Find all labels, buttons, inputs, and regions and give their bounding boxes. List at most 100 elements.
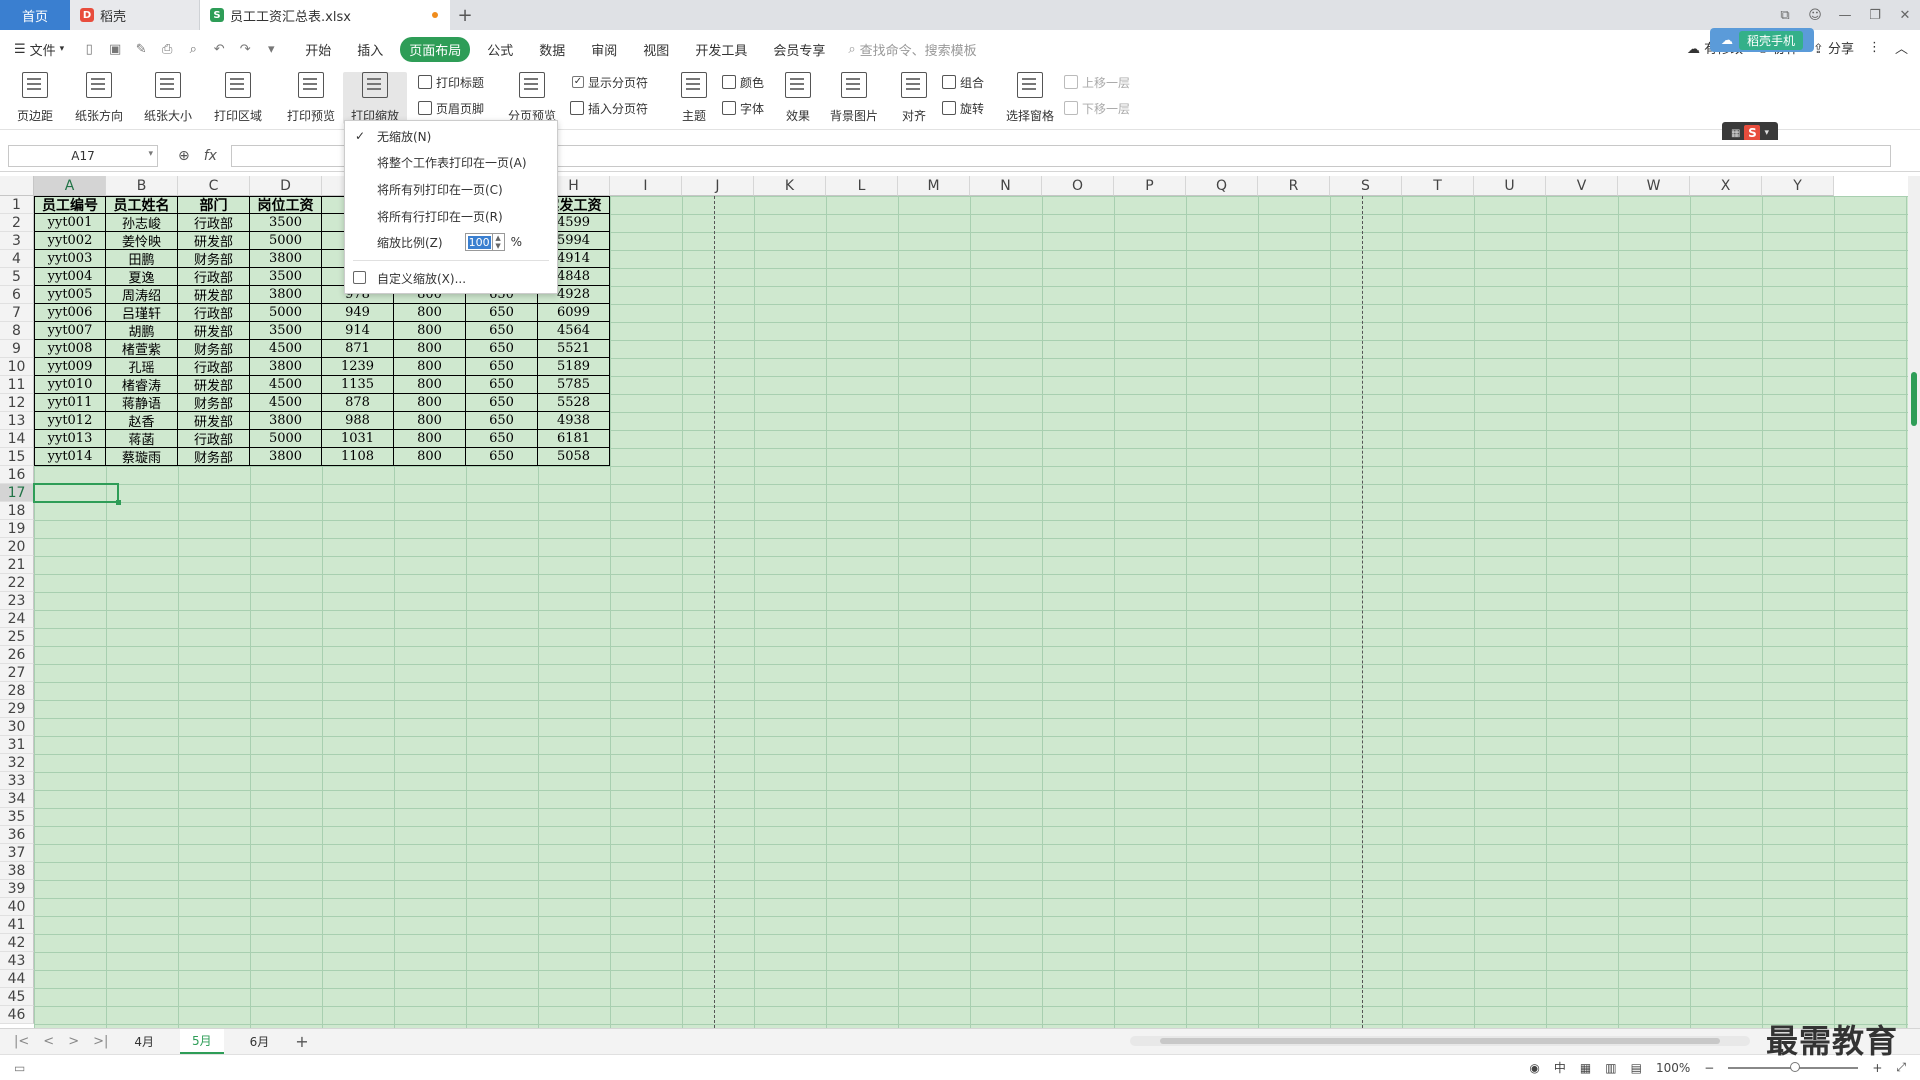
table-cell[interactable]: 650 [466,304,538,322]
selection-pane-button[interactable]: 选择窗格 [1004,72,1056,124]
row-header[interactable]: 9 [0,340,34,358]
row-header[interactable]: 1 [0,196,34,214]
row-header[interactable]: 41 [0,916,34,934]
last-sheet-icon[interactable]: >| [93,1034,108,1049]
insert-page-break-button[interactable]: 插入分页符 [570,98,648,118]
table-cell[interactable]: 800 [394,376,466,394]
table-cell[interactable]: yyt001 [34,214,106,232]
table-cell[interactable]: 800 [394,394,466,412]
row-header[interactable]: 42 [0,934,34,952]
row-header[interactable]: 44 [0,970,34,988]
row-header[interactable]: 31 [0,736,34,754]
table-cell[interactable]: 行政部 [178,268,250,286]
align-button[interactable]: 对齐 [896,72,932,124]
table-cell[interactable]: 914 [322,322,394,340]
table-cell[interactable]: yyt004 [34,268,106,286]
table-cell[interactable]: 650 [466,394,538,412]
page-break-view-icon[interactable]: ▤ [1631,1061,1642,1075]
tab-formulas[interactable]: 公式 [478,37,522,62]
row-header[interactable]: 38 [0,862,34,880]
table-cell[interactable]: 800 [394,340,466,358]
tab-daoke[interactable]: D 稻壳 [70,0,200,30]
column-header-d[interactable]: D [250,176,322,196]
column-header-v[interactable]: V [1546,176,1618,196]
print-preview-icon[interactable]: ⌕ [182,38,204,60]
table-cell[interactable]: 5000 [250,232,322,250]
menu-item-no-scale[interactable]: ✓ 无缩放(N) [345,125,557,147]
table-cell[interactable]: 研发部 [178,286,250,304]
menu-item-custom-scale[interactable]: 自定义缩放(X)... [345,267,557,289]
table-cell[interactable]: 孔瑶 [106,358,178,376]
row-header[interactable]: 8 [0,322,34,340]
row-header[interactable]: 15 [0,448,34,466]
zoom-slider-knob[interactable] [1790,1061,1801,1072]
print-preview-button[interactable]: 打印预览 [286,72,336,124]
menu-item-fit-columns[interactable]: 将所有列打印在一页(C) [345,178,557,200]
first-sheet-icon[interactable]: |< [14,1034,29,1049]
restore-icon[interactable]: ❐ [1860,8,1890,23]
bring-forward-button[interactable]: 上移一层 [1064,72,1130,92]
table-header-cell[interactable]: 部门 [178,196,250,214]
fx-icon[interactable]: fx [204,148,217,164]
row-header[interactable]: 35 [0,808,34,826]
table-cell[interactable]: 4564 [538,322,610,340]
table-cell[interactable]: 1031 [322,430,394,448]
table-cell[interactable]: 夏逸 [106,268,178,286]
column-header-p[interactable]: P [1114,176,1186,196]
redo-icon[interactable]: ↷ [234,38,256,60]
normal-view-icon[interactable]: ▦ [1580,1061,1591,1075]
colors-button[interactable]: 颜色 [722,72,764,92]
table-cell[interactable]: 5528 [538,394,610,412]
row-header[interactable]: 23 [0,592,34,610]
table-cell[interactable]: 楮萱紫 [106,340,178,358]
table-cell[interactable]: 800 [394,412,466,430]
column-header-c[interactable]: C [178,176,250,196]
share-button[interactable]: ⇪ 分享 [1813,38,1854,57]
table-cell[interactable]: 蔡璇雨 [106,448,178,466]
row-header[interactable]: 20 [0,538,34,556]
table-cell[interactable]: 3800 [250,286,322,304]
sheet-tab-may[interactable]: 5月 [180,1029,224,1054]
format-painter-icon[interactable]: ✎ [130,38,152,60]
table-cell[interactable]: 研发部 [178,412,250,430]
undo-icon[interactable]: ↶ [208,38,230,60]
table-cell[interactable]: 4938 [538,412,610,430]
table-cell[interactable]: 5521 [538,340,610,358]
row-header[interactable]: 18 [0,502,34,520]
sheet-tab-april[interactable]: 4月 [122,1030,166,1053]
table-cell[interactable]: 800 [394,448,466,466]
table-cell[interactable]: yyt009 [34,358,106,376]
tab-view[interactable]: 视图 [634,37,678,62]
background-button[interactable]: 背景图片 [826,72,882,124]
table-header-cell[interactable]: 员工编号 [34,196,106,214]
horizontal-scroll-thumb[interactable] [1160,1038,1720,1044]
eye-protection-icon[interactable]: ◉ [1529,1061,1539,1075]
file-menu[interactable]: ☰ 文件 ▾ [14,40,64,59]
table-cell[interactable]: 4500 [250,340,322,358]
table-cell[interactable]: 650 [466,376,538,394]
scale-ratio-stepper[interactable]: ▲ ▼ [492,233,505,251]
table-cell[interactable]: 研发部 [178,232,250,250]
menu-item-fit-sheet[interactable]: 将整个工作表打印在一页(A) [345,151,557,173]
vertical-scroll-thumb[interactable] [1911,372,1917,426]
effects-button[interactable]: 效果 [780,72,816,124]
row-header[interactable]: 40 [0,898,34,916]
row-header[interactable]: 13 [0,412,34,430]
table-cell[interactable]: 3800 [250,250,322,268]
command-search[interactable]: ⌕ 查找命令、搜索模板 [848,40,976,59]
table-cell[interactable]: 4500 [250,394,322,412]
table-cell[interactable]: 6099 [538,304,610,322]
vertical-scrollbar[interactable] [1908,176,1920,1028]
table-cell[interactable]: 988 [322,412,394,430]
page-break-preview-button[interactable]: 分页预览 [505,72,559,124]
table-cell[interactable]: 吕瑾轩 [106,304,178,322]
row-header[interactable]: 3 [0,232,34,250]
more-icon[interactable]: ⋮ [1868,40,1881,55]
row-header[interactable]: 33 [0,772,34,790]
print-icon[interactable]: ⎙ [156,38,178,60]
row-header[interactable]: 28 [0,682,34,700]
column-header-o[interactable]: O [1042,176,1114,196]
panel-icon[interactable]: ⧉ [1770,8,1800,23]
table-cell[interactable]: 5785 [538,376,610,394]
row-header[interactable]: 2 [0,214,34,232]
